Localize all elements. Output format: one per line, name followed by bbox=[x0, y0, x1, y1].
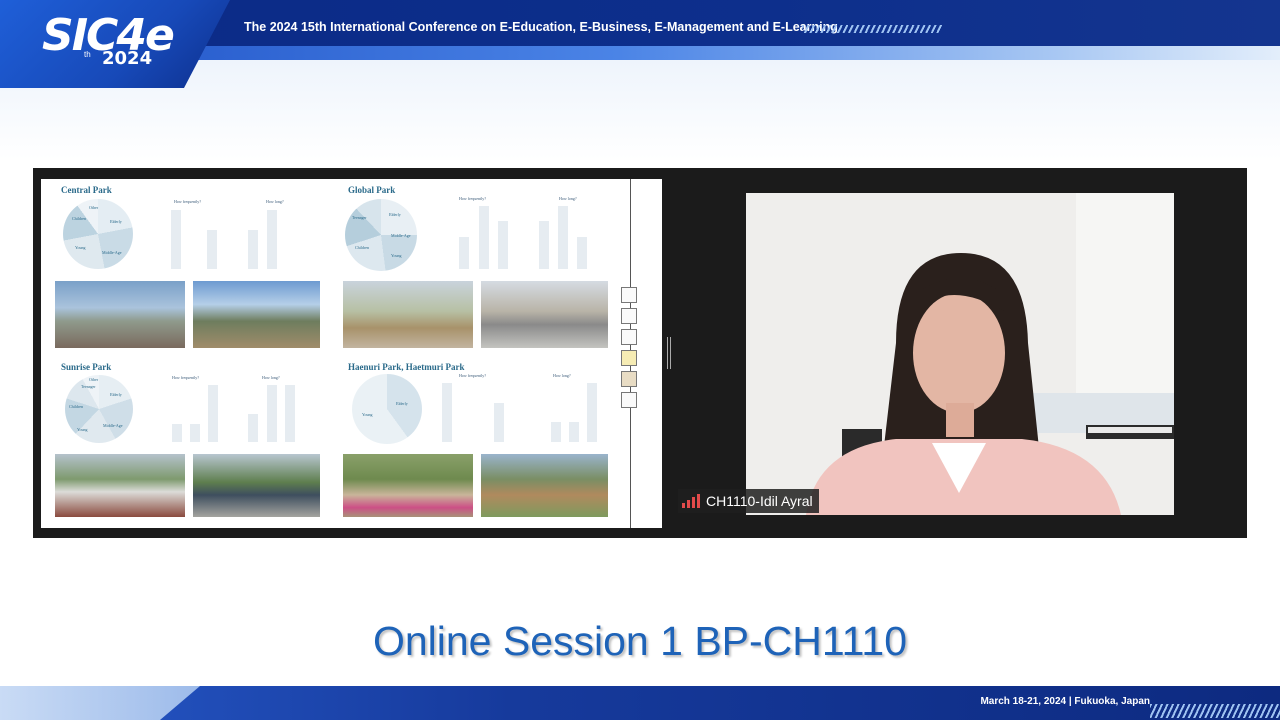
pie-chart-haenuri bbox=[352, 374, 422, 444]
park-title-sunrise: Sunrise Park bbox=[61, 362, 112, 372]
pie-label: Middle-Age bbox=[102, 250, 122, 255]
bar bbox=[208, 385, 218, 442]
chart-title-frequency: How frequently? bbox=[459, 196, 486, 201]
park-photo-haenuri-1 bbox=[343, 454, 473, 517]
logo-sup: th bbox=[84, 50, 91, 59]
chart-title-frequency: How frequently? bbox=[172, 375, 199, 380]
pie-label: Teenager bbox=[352, 215, 367, 220]
pie-label: Elderly bbox=[389, 212, 401, 217]
pie-label: Elderly bbox=[396, 401, 408, 406]
split-resize-handle[interactable] bbox=[667, 337, 671, 369]
pie-chart-sunrise bbox=[65, 375, 133, 443]
chart-title-frequency: How frequently? bbox=[459, 373, 486, 378]
bar bbox=[459, 237, 469, 269]
chart-title-duration: How long? bbox=[262, 375, 280, 380]
pie-label: Elderly bbox=[110, 392, 122, 397]
bar bbox=[551, 422, 561, 442]
slide-thumbnail-active[interactable] bbox=[621, 350, 637, 366]
header-fade bbox=[0, 60, 1280, 160]
bar bbox=[267, 210, 277, 269]
bar bbox=[171, 210, 181, 269]
chart-title-duration: How long? bbox=[553, 373, 571, 378]
park-title-global: Global Park bbox=[348, 185, 396, 195]
bar bbox=[577, 237, 587, 269]
slide-thumbnail[interactable] bbox=[621, 392, 637, 408]
slide-thumbnail[interactable] bbox=[621, 329, 637, 345]
bar bbox=[442, 383, 452, 442]
bar bbox=[569, 422, 579, 442]
bar bbox=[190, 424, 200, 442]
participant-name-tag: CH1110-Idil Ayral bbox=[678, 489, 819, 513]
pie-label: Children bbox=[72, 216, 86, 221]
bar bbox=[248, 230, 258, 269]
bar bbox=[587, 383, 597, 442]
shared-slide[interactable]: Central Park Other Children Young Elderl… bbox=[41, 179, 662, 528]
park-photo-haenuri-2 bbox=[481, 454, 608, 517]
pie-label: Middle-Age bbox=[103, 423, 123, 428]
bar bbox=[494, 403, 504, 442]
slide-thumbnail[interactable] bbox=[621, 371, 637, 387]
pie-label: Children bbox=[355, 245, 369, 250]
header-stripe bbox=[180, 46, 1280, 60]
presenter-video-frame bbox=[746, 193, 1174, 515]
pie-label: Middle-Age bbox=[391, 233, 411, 238]
park-photo-central-2 bbox=[193, 281, 320, 348]
chart-title-duration: How long? bbox=[559, 196, 577, 201]
footer-hatch-decoration bbox=[1150, 704, 1280, 718]
park-photo-central-1 bbox=[55, 281, 185, 348]
park-title-haenuri: Haenuri Park, Haetmuri Park bbox=[348, 362, 465, 372]
header-hatch-decoration bbox=[802, 25, 942, 33]
park-title-central: Central Park bbox=[61, 185, 112, 195]
bar bbox=[539, 221, 549, 269]
pie-label: Other bbox=[89, 377, 99, 382]
slide-thumbnail[interactable] bbox=[621, 308, 637, 324]
pie-label: Young bbox=[362, 412, 373, 417]
bar bbox=[172, 424, 182, 442]
event-date-location: March 18-21, 2024 | Fukuoka, Japan bbox=[980, 696, 1150, 707]
conference-title: The 2024 15th International Conference o… bbox=[244, 20, 838, 34]
pie-label: Children bbox=[69, 404, 83, 409]
pie-label: Teenager bbox=[81, 384, 96, 389]
bar bbox=[207, 230, 217, 269]
logo-year: 2024 bbox=[102, 48, 153, 69]
bar bbox=[285, 385, 295, 442]
park-photo-global-2 bbox=[481, 281, 608, 348]
park-photo-sunrise-1 bbox=[55, 454, 185, 517]
pie-label: Young bbox=[75, 245, 86, 250]
bar bbox=[267, 385, 277, 442]
park-photo-sunrise-2 bbox=[193, 454, 320, 517]
pie-label: Elderly bbox=[110, 219, 122, 224]
connection-signal-icon bbox=[682, 494, 700, 508]
bar bbox=[248, 414, 258, 442]
pie-label: Young bbox=[391, 253, 402, 258]
pie-label: Young bbox=[77, 427, 88, 432]
participant-name: CH1110-Idil Ayral bbox=[706, 493, 813, 509]
participant-video[interactable] bbox=[746, 193, 1174, 515]
chart-title-duration: How long? bbox=[266, 199, 284, 204]
session-title: Online Session 1 BP-CH1110 bbox=[372, 618, 908, 664]
slide-thumbnail[interactable] bbox=[621, 287, 637, 303]
park-photo-global-1 bbox=[343, 281, 473, 348]
chart-title-frequency: How frequently? bbox=[174, 199, 201, 204]
bar bbox=[498, 221, 508, 269]
conference-header: SIC4e th 2024 The 2024 15th Internationa… bbox=[0, 0, 1280, 160]
bar bbox=[558, 206, 568, 269]
pie-label: Other bbox=[89, 205, 99, 210]
bar bbox=[479, 206, 489, 269]
